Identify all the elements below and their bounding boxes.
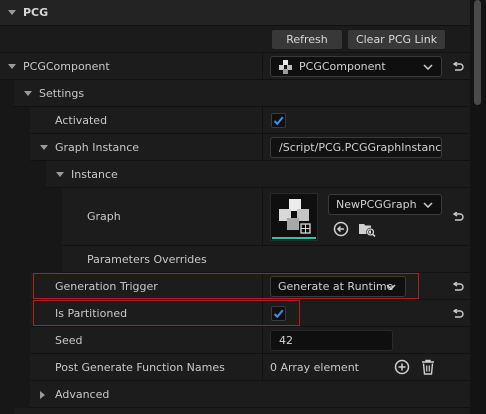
scrollbar-thumb[interactable]	[474, 0, 481, 105]
parameters-overrides-label: Parameters Overrides	[87, 253, 207, 266]
pcg-actions-row: Refresh Clear PCG Link	[0, 26, 470, 53]
graph-label: Graph	[87, 210, 121, 223]
chevron-down-icon	[423, 64, 433, 70]
graph-instance-row[interactable]: Graph Instance /Script/PCG.PCGGraphInsta…	[0, 134, 470, 161]
graph-instance-label: Graph Instance	[55, 141, 140, 154]
use-selected-icon[interactable]	[333, 221, 349, 237]
seed-input[interactable]: 42	[270, 330, 393, 351]
add-element-icon[interactable]	[394, 359, 410, 375]
refresh-button[interactable]: Refresh	[271, 29, 343, 50]
indent-gutter	[0, 273, 30, 300]
pcg-component-combo[interactable]: PCGComponent	[270, 56, 442, 77]
reset-to-default-icon[interactable]	[446, 205, 470, 229]
graph-instance-path: /Script/PCG.PCGGraphInstanc	[270, 137, 442, 158]
collapse-arrow-icon[interactable]	[8, 10, 16, 15]
activated-label: Activated	[55, 114, 108, 127]
highlight-generation-trigger	[33, 273, 419, 299]
browse-icon[interactable]	[358, 221, 376, 237]
graph-row: Graph NewPCGGraph	[0, 188, 470, 246]
seed-row: Seed 42	[0, 327, 470, 354]
indent-gutter	[0, 300, 30, 327]
expand-arrow-icon[interactable]	[40, 391, 45, 399]
seed-label: Seed	[55, 334, 83, 347]
indent-gutter	[0, 246, 62, 273]
row-divider	[262, 107, 263, 133]
pcg-category-title: PCG	[23, 6, 49, 19]
indent-gutter	[0, 408, 14, 414]
chevron-down-icon	[423, 202, 433, 208]
activated-row: Activated	[0, 107, 470, 134]
row-divider	[262, 188, 263, 245]
parameters-overrides-row: Parameters Overrides	[0, 246, 470, 273]
row-divider	[262, 354, 263, 380]
panel-footer	[0, 408, 470, 414]
indent-gutter	[0, 134, 30, 161]
indent-gutter	[0, 80, 14, 107]
collapse-arrow-icon[interactable]	[24, 91, 32, 96]
indent-gutter	[0, 381, 30, 408]
pcg-graph-icon	[272, 199, 316, 239]
post-generate-count: 0 Array element	[270, 361, 359, 374]
checkmark-icon	[273, 116, 284, 126]
indent-gutter	[0, 161, 46, 188]
indent-gutter	[0, 107, 30, 134]
collapse-arrow-icon[interactable]	[56, 172, 64, 177]
graph-asset-combo[interactable]: NewPCGGraph	[328, 194, 442, 215]
instance-label: Instance	[71, 168, 118, 181]
post-generate-label: Post Generate Function Names	[55, 361, 225, 374]
indent-gutter	[0, 327, 30, 354]
row-divider	[262, 327, 263, 353]
pcg-component-row[interactable]: PCGComponent PCGComponent	[0, 53, 470, 80]
details-panel: PCG Refresh Clear PCG Link PCGComponent …	[0, 0, 470, 414]
collapse-arrow-icon[interactable]	[8, 64, 16, 69]
settings-label: Settings	[39, 87, 85, 100]
advanced-label: Advanced	[55, 388, 110, 401]
settings-row[interactable]: Settings	[0, 80, 470, 107]
graph-asset-value: NewPCGGraph	[336, 198, 417, 211]
indent-gutter	[0, 188, 62, 246]
pcg-category-header[interactable]: PCG	[0, 0, 470, 26]
highlight-is-partitioned	[33, 300, 300, 326]
reset-to-default-icon[interactable]	[446, 55, 470, 79]
indent-gutter	[0, 354, 30, 381]
pcg-component-label: PCGComponent	[23, 60, 110, 73]
pcg-component-value: PCGComponent	[299, 60, 386, 73]
row-divider	[262, 134, 263, 160]
collapse-arrow-icon[interactable]	[40, 145, 48, 150]
delete-element-icon[interactable]	[421, 359, 435, 375]
graph-thumbnail[interactable]	[270, 193, 318, 241]
advanced-row[interactable]: Advanced	[0, 381, 470, 408]
activated-checkbox[interactable]	[271, 113, 286, 128]
row-divider	[262, 53, 263, 79]
reset-to-default-icon[interactable]	[446, 302, 470, 326]
post-generate-row: Post Generate Function Names 0 Array ele…	[0, 354, 470, 381]
clear-pcg-link-button[interactable]: Clear PCG Link	[347, 29, 446, 50]
pcg-component-icon	[279, 59, 292, 74]
reset-to-default-icon[interactable]	[446, 275, 470, 299]
instance-row[interactable]: Instance	[0, 161, 470, 188]
